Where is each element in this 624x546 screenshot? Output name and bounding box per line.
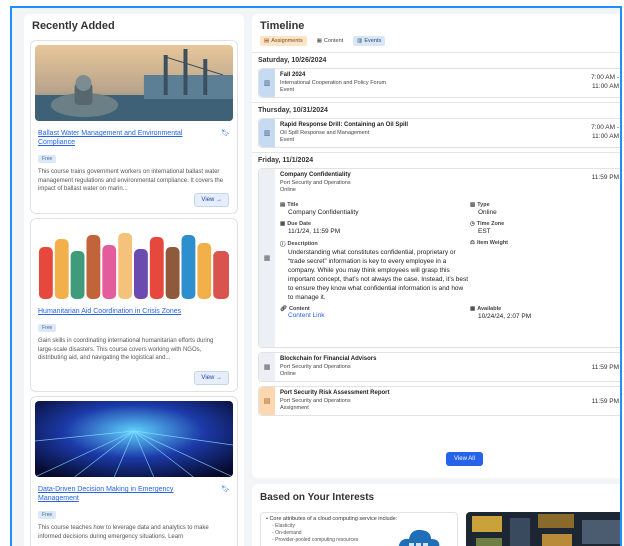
detail-due-date-value: 11/1/24, 11:59 PM bbox=[288, 227, 341, 235]
free-badge: Free bbox=[38, 324, 57, 332]
content-type: Online bbox=[280, 186, 296, 193]
data-network-image bbox=[35, 401, 233, 477]
cloud-computing-icon bbox=[398, 529, 440, 546]
bookmark-icon[interactable]: 🔖︎ bbox=[221, 129, 230, 147]
event-title: Fall 2024 bbox=[280, 72, 306, 78]
event-title: Rapid Response Drill: Containing an Oil … bbox=[280, 122, 409, 128]
timeline-event[interactable]: ▥ Fall 2024 International Cooperation an… bbox=[258, 68, 620, 98]
free-badge: Free bbox=[38, 511, 57, 519]
info-icon: ⓘ bbox=[280, 241, 286, 248]
view-course-button[interactable]: View → bbox=[194, 371, 229, 385]
recently-added-panel: Recently Added Ballast Water Management … bbox=[24, 14, 244, 546]
day-header: Thursday, 10/31/2024 bbox=[252, 102, 620, 118]
content-type: Online bbox=[280, 370, 296, 377]
day-header: Saturday, 10/26/2024 bbox=[252, 52, 620, 68]
app-frame: Recently Added Ballast Water Management … bbox=[10, 6, 622, 546]
content-time: 11:59 PM bbox=[591, 364, 619, 371]
course-title-link[interactable]: Humanitarian Aid Coordination in Crisis … bbox=[38, 307, 181, 316]
detail-title-value: Company Confidentiality bbox=[288, 208, 359, 216]
timeline-content[interactable]: ▦ Blockchain for Financial Advisors Port… bbox=[258, 352, 620, 382]
ballast-port-image bbox=[35, 45, 233, 121]
timeline-assignment[interactable]: ▤ Port Security Risk Assessment Report P… bbox=[258, 386, 620, 416]
detail-time-zone-value: EST bbox=[478, 227, 491, 235]
title-icon: ▤ bbox=[280, 201, 286, 208]
content-icon: ▦ bbox=[259, 353, 275, 381]
assignment-icon: ▤ bbox=[259, 387, 275, 415]
course-description: Gain skills in coordinating internationa… bbox=[38, 338, 214, 361]
raised-hands-image bbox=[35, 223, 233, 299]
content-icon: ▦ bbox=[316, 38, 322, 44]
event-icon: ▥ bbox=[357, 38, 363, 44]
event-icon: ▥ bbox=[259, 119, 275, 147]
filter-assignments[interactable]: ▤ Assignments bbox=[260, 36, 307, 46]
event-type: Event bbox=[280, 86, 295, 93]
interests-title: Based on Your Interests bbox=[260, 492, 375, 503]
calendar-icon: ▦ bbox=[280, 220, 286, 227]
content-icon: ▦ bbox=[259, 169, 275, 347]
course-title-link[interactable]: Data-Driven Decision Making in Emergency… bbox=[38, 485, 188, 503]
clock-icon: ◷ bbox=[470, 220, 475, 227]
timeline-content-expanded[interactable]: ▦ Company Confidentiality Port Security … bbox=[258, 168, 620, 348]
assignment-title: Port Security Risk Assessment Report bbox=[280, 390, 390, 396]
content-course: Port Security and Operations bbox=[280, 179, 351, 186]
detail-type-value: Online bbox=[478, 208, 497, 216]
filter-content[interactable]: ▦ Content bbox=[312, 36, 348, 46]
course-card[interactable]: Ballast Water Management and Environment… bbox=[30, 40, 238, 214]
free-badge: Free bbox=[38, 155, 57, 163]
assignment-icon: ▤ bbox=[264, 38, 270, 44]
content-title: Blockchain for Financial Advisors bbox=[280, 356, 377, 362]
link-icon: 🔗︎ bbox=[280, 305, 287, 312]
content-course: Port Security and Operations bbox=[280, 363, 351, 370]
content-time: 11:59 PM bbox=[591, 174, 619, 181]
event-time: 7:00 AM - 11:00 AM bbox=[591, 74, 619, 90]
assignment-time: 11:59 PM bbox=[591, 398, 619, 405]
content-details: ▤ Title Company Confidentiality ▧ Type Onl… bbox=[280, 202, 620, 321]
course-description: This course teaches how to leverage data… bbox=[38, 525, 209, 540]
assignment-course: Port Security and Operations bbox=[280, 397, 351, 404]
filter-events[interactable]: ▥ Events bbox=[353, 36, 386, 46]
detail-available-value: 10/24/24, 2:07 PM bbox=[478, 312, 532, 320]
event-course: International Cooperation and Policy For… bbox=[280, 79, 387, 86]
view-all-button[interactable]: View All bbox=[446, 452, 483, 466]
day-header: Friday, 11/1/2024 bbox=[252, 152, 620, 168]
assignment-type: Assignment bbox=[280, 404, 309, 411]
type-icon: ▧ bbox=[470, 201, 476, 208]
interest-card[interactable]: • Core attributes of a cloud computing s… bbox=[260, 512, 458, 546]
timeline-event[interactable]: ▥ Rapid Response Drill: Containing an Oi… bbox=[258, 118, 620, 148]
content-title: Company Confidentiality bbox=[280, 172, 351, 178]
interest-heading: • Core attributes of a cloud computing s… bbox=[266, 516, 398, 522]
timeline-panel: Timeline ▤ Assignments ▦ Content ▥ Events S… bbox=[252, 14, 620, 478]
interests-panel: Based on Your Interests • Core attribute… bbox=[252, 484, 620, 546]
recently-added-title: Recently Added bbox=[32, 20, 115, 32]
event-type: Event bbox=[280, 136, 295, 143]
content-link[interactable]: Content Link bbox=[288, 312, 470, 319]
detail-description-value: Understanding what constitutes confident… bbox=[288, 248, 469, 301]
view-course-button[interactable]: View → bbox=[194, 193, 229, 207]
circuit-board-image bbox=[466, 512, 620, 546]
course-card[interactable]: Humanitarian Aid Coordination in Crisis … bbox=[30, 218, 238, 392]
timeline-title: Timeline bbox=[260, 20, 305, 32]
event-icon: ▥ bbox=[259, 69, 275, 97]
event-course: Oil Spill Response and Management bbox=[280, 129, 370, 136]
bookmark-icon[interactable]: 🔖︎ bbox=[221, 485, 230, 503]
weight-icon: ⚖ bbox=[470, 239, 475, 246]
course-card[interactable]: Data-Driven Decision Making in Emergency… bbox=[30, 396, 238, 546]
course-title-link[interactable]: Ballast Water Management and Environment… bbox=[38, 129, 188, 147]
calendar-icon: ▦ bbox=[470, 305, 476, 312]
timeline-filters: ▤ Assignments ▦ Content ▥ Events bbox=[252, 34, 620, 52]
event-time: 7:00 AM - 11:00 AM bbox=[591, 124, 619, 140]
